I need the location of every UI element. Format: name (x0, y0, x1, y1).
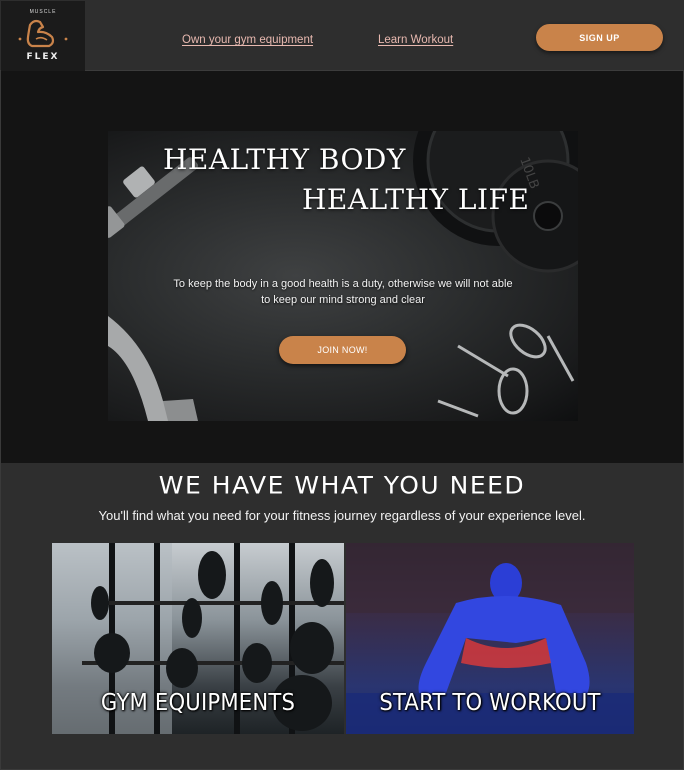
section-subtitle: You'll find what you need for your fitne… (98, 508, 586, 523)
logo-name: FLEX (26, 52, 60, 62)
gym-equipments-label: GYM EQUIPMENTS (100, 690, 296, 716)
nav-link-own-equipment[interactable]: Own your gym equipment (182, 34, 313, 46)
hero-description-line1: To keep the body in a good health is a d… (173, 278, 513, 290)
section-title: WE HAVE WHAT YOU NEED (158, 471, 526, 500)
site-header: MUSCLE FLEX Own your gym equipment Learn… (0, 0, 684, 71)
logo[interactable]: MUSCLE FLEX (1, 1, 85, 71)
join-now-button[interactable]: JOIN NOW! (279, 336, 406, 364)
nav-link-learn-workout[interactable]: Learn Workout (378, 34, 453, 46)
features-section: WE HAVE WHAT YOU NEED You'll find what y… (1, 463, 683, 769)
hero-description: To keep the body in a good health is a d… (128, 276, 558, 308)
sign-up-button[interactable]: SIGN UP (536, 24, 663, 51)
hero-banner: 10LB HEALTHY BODY HEALTHY LIFE To keep t… (108, 131, 578, 421)
gym-equipments-card[interactable]: GYM EQUIPMENTS (52, 543, 344, 734)
start-workout-label: START TO WORKOUT (379, 690, 601, 716)
hero-heading-line1: HEALTHY BODY (163, 143, 406, 176)
start-workout-card[interactable]: START TO WORKOUT (346, 543, 634, 734)
hero-heading-line2: HEALTHY LIFE (302, 183, 530, 216)
hero-description-line2: to keep our mind strong and clear (261, 294, 425, 306)
flexed-arm-icon (18, 19, 68, 48)
